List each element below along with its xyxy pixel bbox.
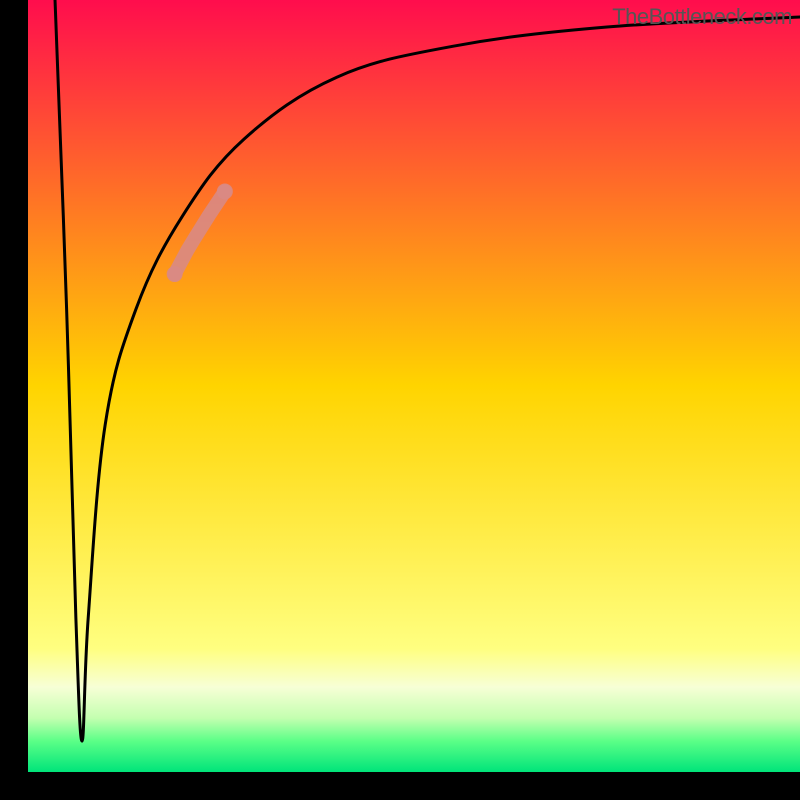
plot-area <box>28 0 800 772</box>
chart-container: TheBottleneck.com <box>0 0 800 800</box>
highlight-band-endcap <box>217 183 233 199</box>
gradient-background <box>28 0 800 772</box>
highlight-band-endcap <box>167 266 183 282</box>
y-axis-strip <box>0 0 28 800</box>
chart-svg <box>28 0 800 772</box>
x-axis-strip <box>0 772 800 800</box>
